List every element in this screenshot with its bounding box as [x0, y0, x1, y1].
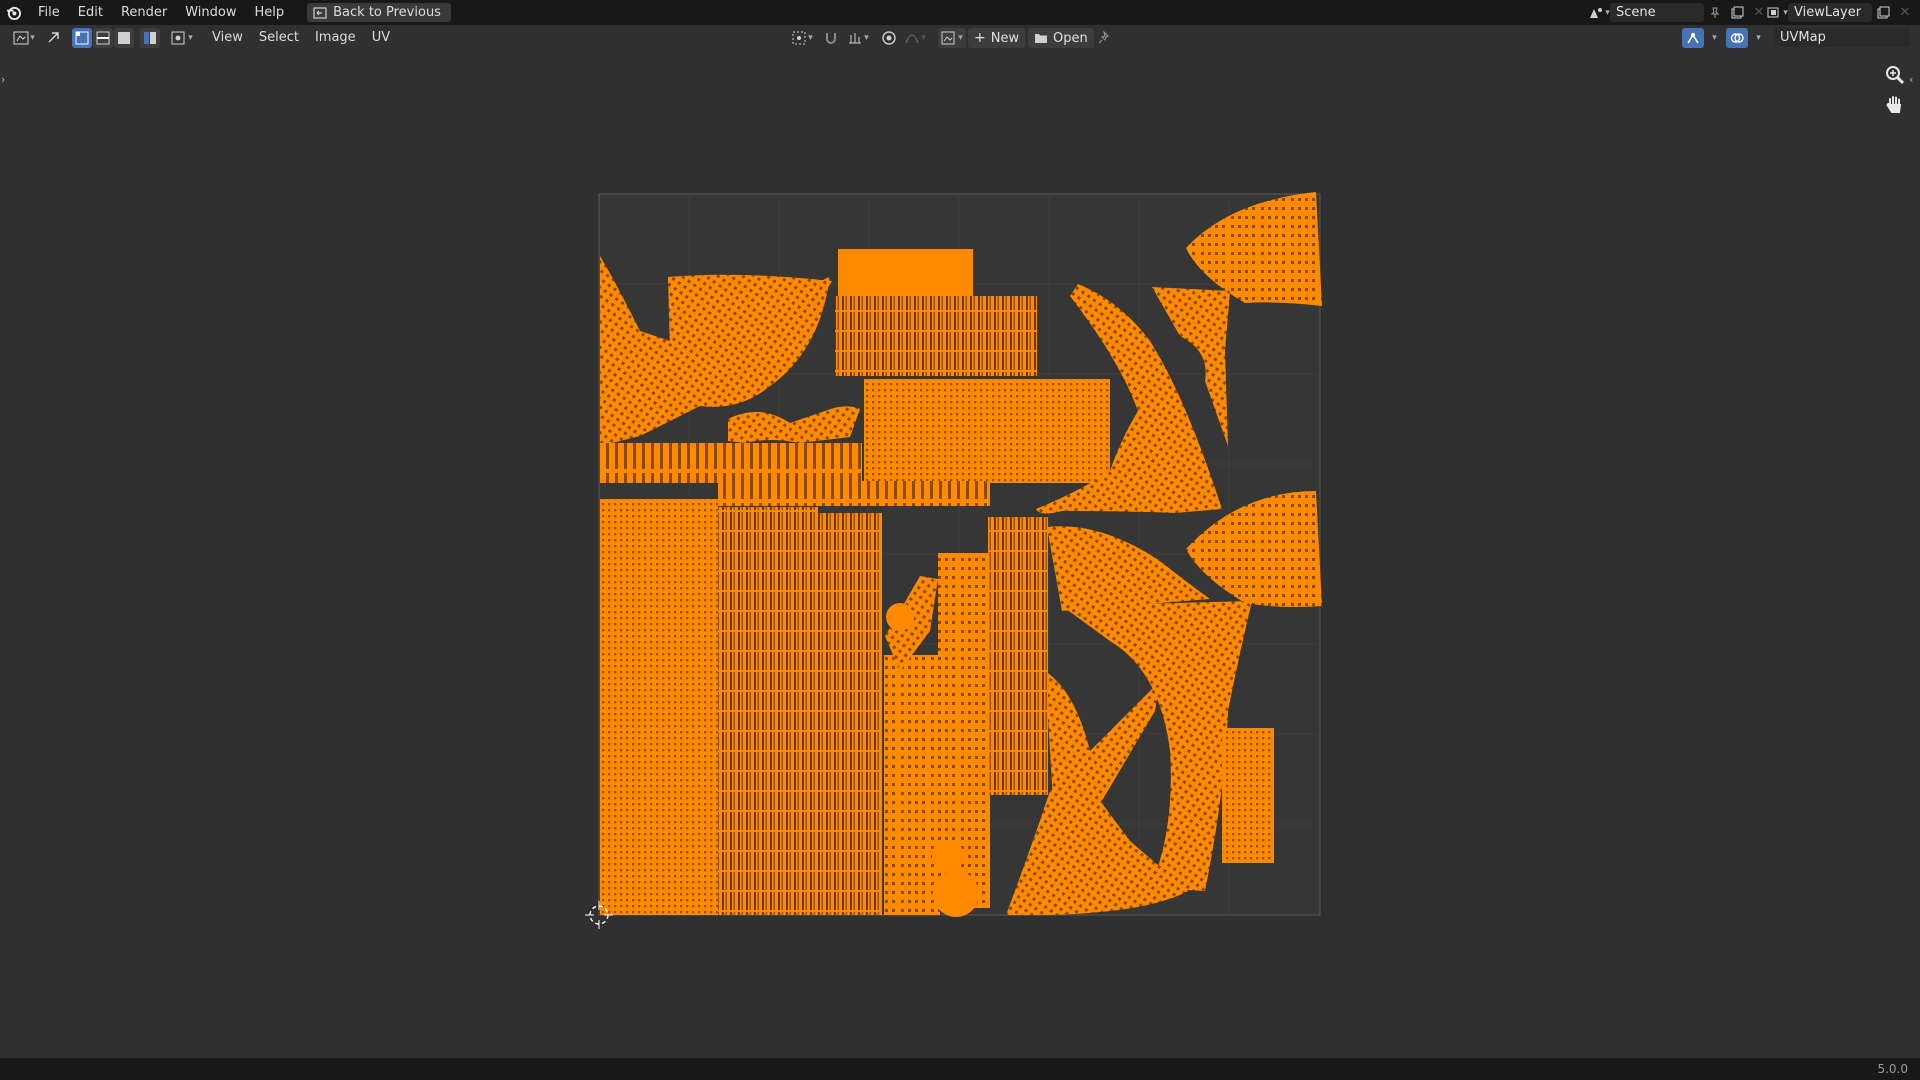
snap-icon	[826, 33, 836, 44]
menu-image[interactable]: Image	[307, 25, 364, 51]
overlay-toggle-button[interactable]	[1726, 28, 1748, 48]
sync-selection-button[interactable]	[44, 28, 64, 48]
menu-help[interactable]: Help	[246, 0, 294, 25]
sticky-mode-icon	[171, 31, 185, 45]
uv-map-field[interactable]: UVMap	[1774, 28, 1910, 47]
open-image-button[interactable]: Open	[1028, 28, 1094, 48]
vertex-select-button[interactable]	[72, 28, 92, 48]
image-browse-icon	[941, 31, 955, 45]
uv-canvas[interactable]	[0, 51, 1920, 1058]
pin-icon	[1098, 31, 1109, 44]
plus-icon: +	[974, 30, 986, 46]
island-select-button[interactable]	[140, 28, 160, 48]
back-to-previous-label: Back to Previous	[333, 5, 441, 20]
overlay-icon	[1730, 33, 1744, 43]
scene-field[interactable]: Scene	[1610, 3, 1704, 22]
uv-editor-header: ▾ ▾ View Select Image UV ▾ ▾ ▾ ▾ + New O…	[0, 25, 1920, 51]
snap-target-button[interactable]: ▾	[843, 28, 873, 48]
vertex-select-icon	[75, 31, 89, 45]
status-bar: 5.0.0	[0, 1058, 1920, 1080]
gizmo-toggle-button[interactable]	[1682, 28, 1704, 48]
proportional-icon	[882, 31, 896, 45]
delete-view-layer-icon[interactable]: ✕	[1894, 3, 1916, 22]
menu-edit[interactable]: Edit	[69, 0, 112, 25]
proportional-falloff-button[interactable]: ▾	[900, 28, 930, 48]
uv-map-name: UVMap	[1780, 30, 1826, 45]
menu-uv[interactable]: UV	[364, 25, 398, 51]
gizmo-dropdown[interactable]: ▾	[1704, 28, 1724, 48]
island-select-icon	[144, 32, 156, 44]
folder-icon	[1035, 34, 1047, 43]
menu-select[interactable]: Select	[251, 25, 307, 51]
pivot-point-button[interactable]: ▾	[788, 28, 816, 48]
editor-type-button[interactable]: ▾	[10, 28, 38, 48]
uv-viewport[interactable]: › ‹	[0, 51, 1920, 1058]
new-view-layer-icon[interactable]	[1872, 3, 1894, 22]
falloff-icon	[905, 34, 919, 44]
menu-file[interactable]: File	[29, 0, 69, 25]
version-label: 5.0.0	[1877, 1062, 1908, 1076]
edge-select-button[interactable]	[93, 28, 113, 48]
scene-icon[interactable]: ▾	[1588, 3, 1610, 22]
snap-toggle-button[interactable]	[820, 28, 842, 48]
face-select-button[interactable]	[114, 28, 134, 48]
new-image-button[interactable]: + New	[968, 28, 1026, 48]
view-layer-name: ViewLayer	[1794, 5, 1862, 20]
open-image-label: Open	[1053, 30, 1088, 46]
pivot-icon	[792, 31, 806, 45]
blender-logo-icon[interactable]	[6, 5, 21, 20]
overlay-dropdown[interactable]: ▾	[1748, 28, 1768, 48]
gizmo-icon	[1687, 33, 1699, 44]
menu-view[interactable]: View	[204, 25, 251, 51]
image-browse-button[interactable]: ▾	[938, 28, 966, 48]
sync-selection-icon	[48, 32, 59, 43]
edge-select-icon	[96, 31, 110, 45]
menu-render[interactable]: Render	[112, 0, 176, 25]
pin-image-button[interactable]	[1093, 28, 1115, 48]
back-to-previous-button[interactable]: Back to Previous	[307, 3, 451, 22]
snap-target-icon	[849, 33, 862, 44]
face-select-icon	[118, 32, 130, 44]
uv-islands	[600, 192, 1322, 917]
view-layer-icon[interactable]: ▾	[1766, 3, 1788, 22]
editor-type-icon	[13, 31, 29, 45]
back-icon	[313, 6, 327, 19]
sticky-mode-button[interactable]: ▾	[168, 28, 196, 48]
pin-scene-icon[interactable]	[1704, 3, 1726, 22]
scene-name: Scene	[1616, 5, 1656, 20]
new-scene-icon[interactable]	[1726, 3, 1748, 22]
proportional-editing-button[interactable]	[878, 28, 900, 48]
view-layer-field[interactable]: ViewLayer	[1788, 3, 1872, 22]
top-bar: File Edit Render Window Help Back to Pre…	[0, 0, 1920, 25]
menu-window[interactable]: Window	[176, 0, 245, 25]
view-layer-selector[interactable]: ▾ ViewLayer ✕	[1766, 3, 1916, 22]
new-image-label: New	[990, 30, 1020, 46]
scene-selector[interactable]: ▾ Scene ✕	[1588, 3, 1770, 22]
